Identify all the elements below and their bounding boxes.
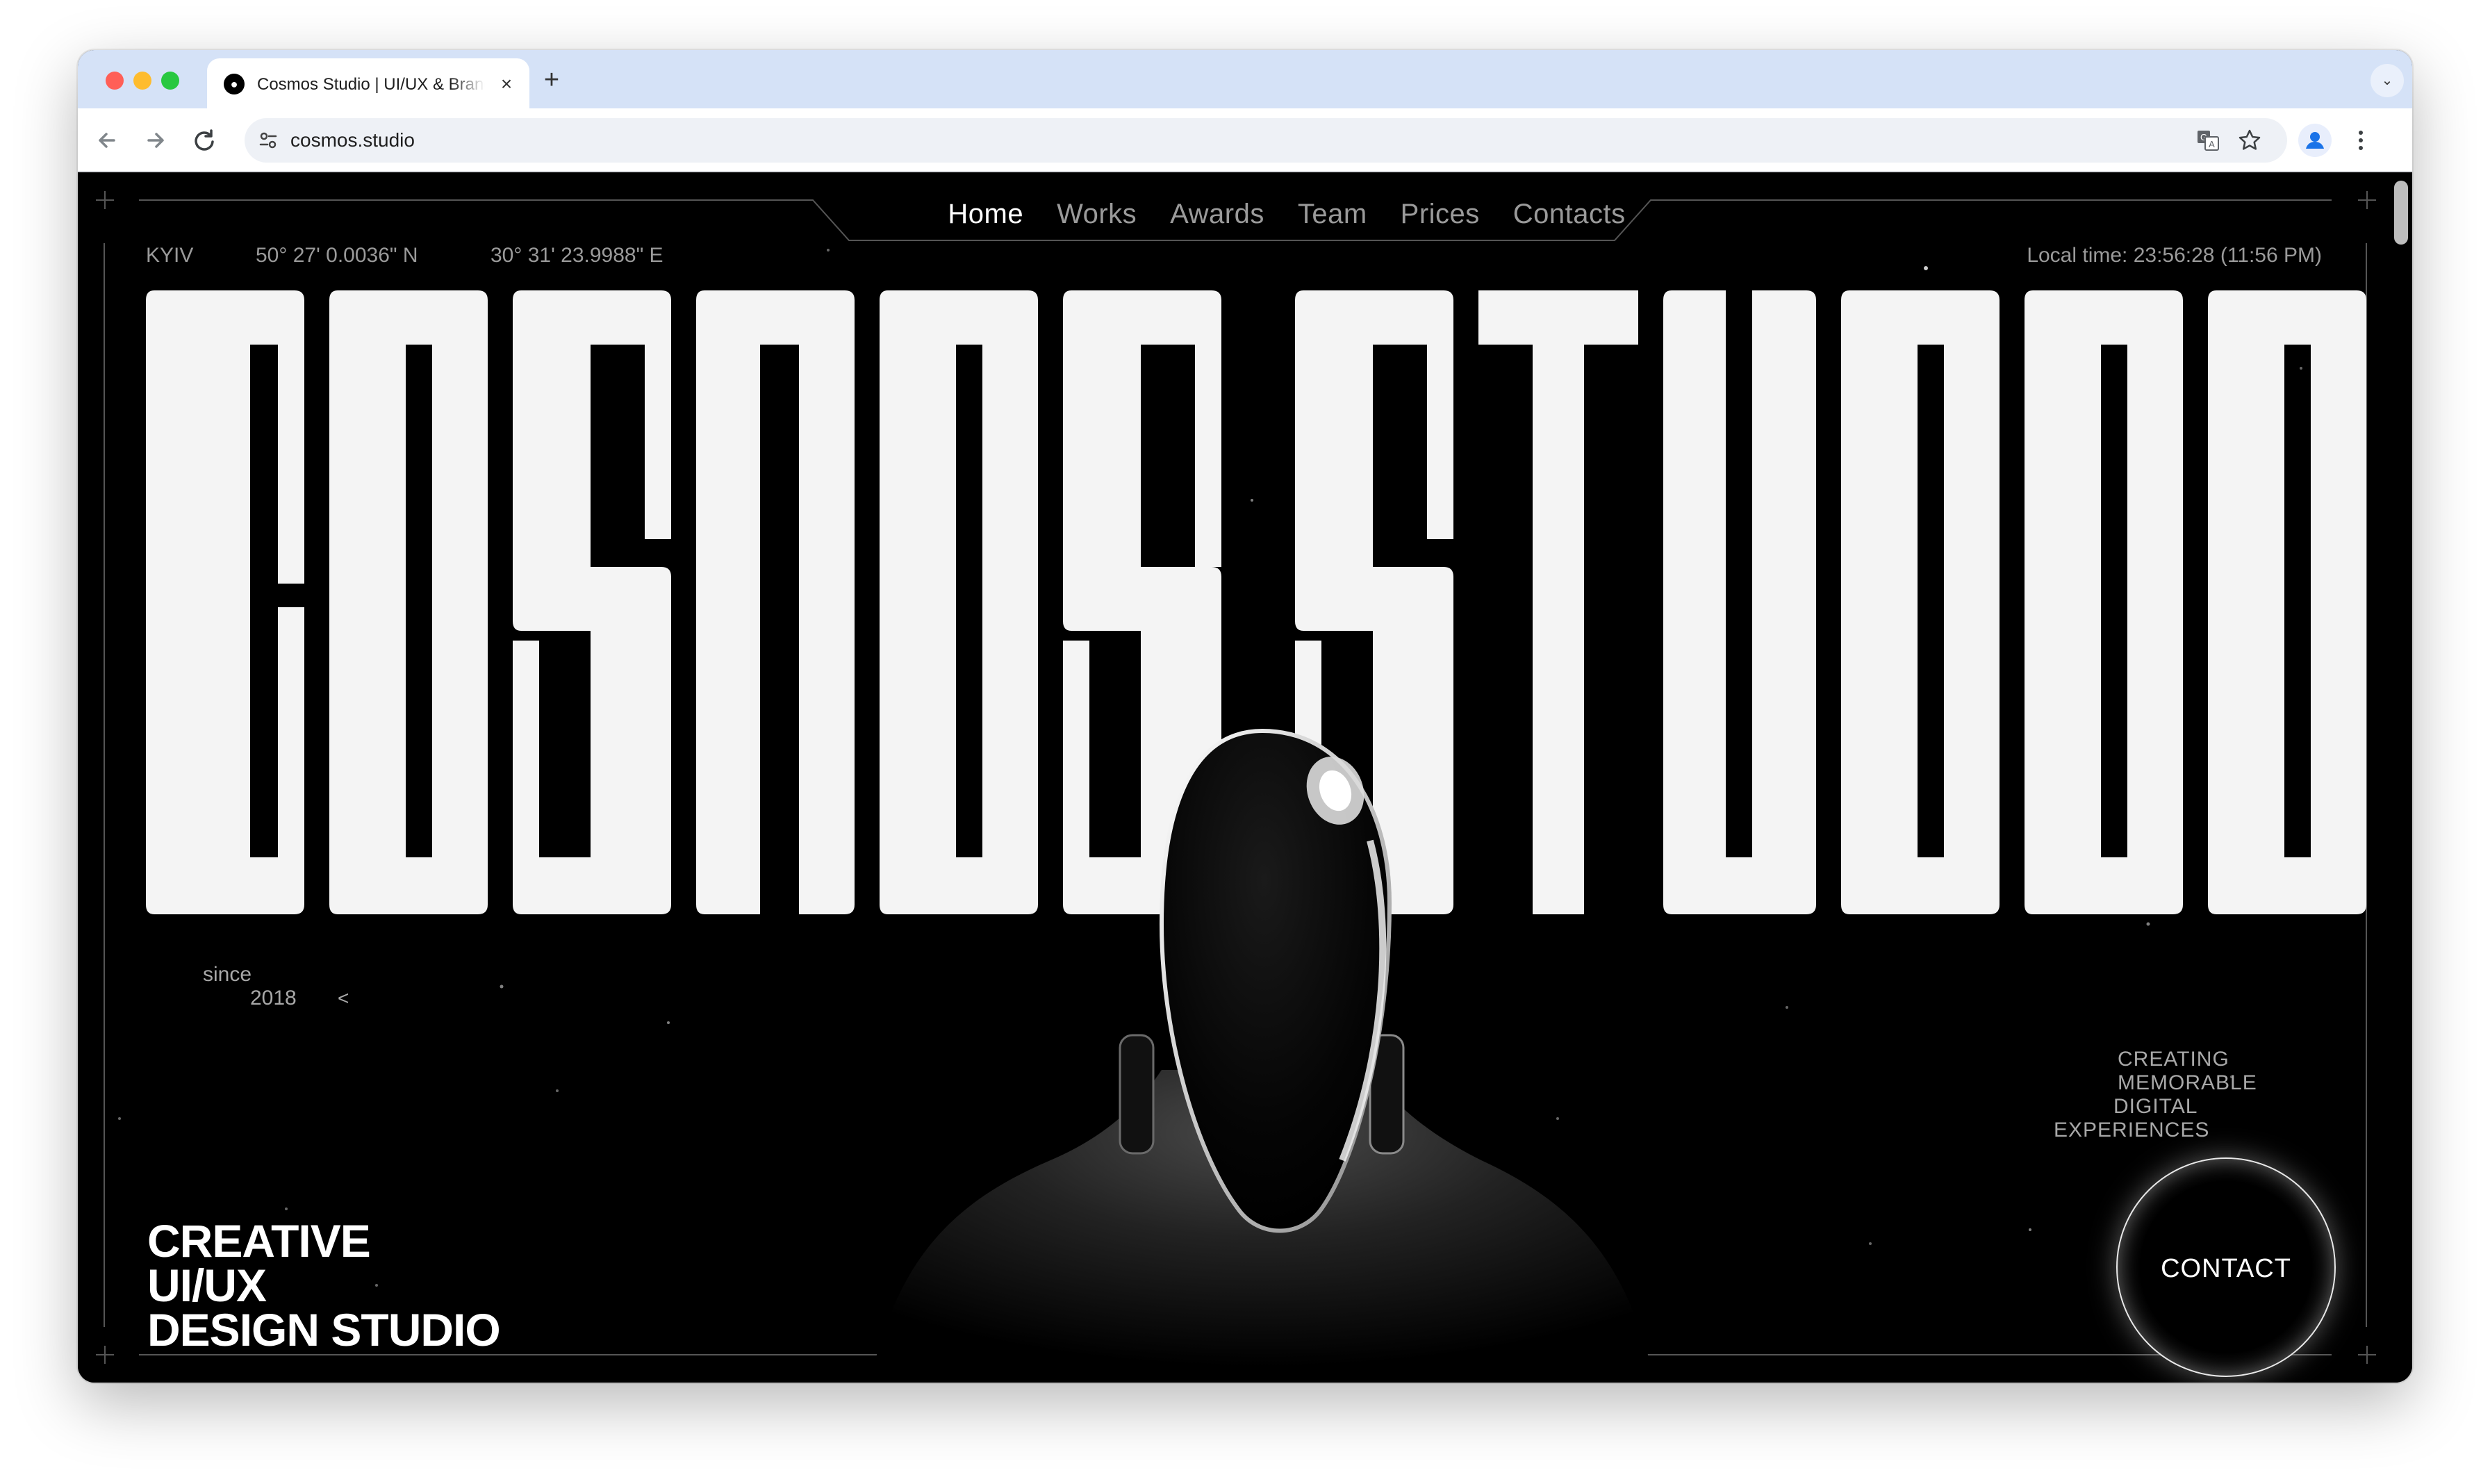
forward-button[interactable] — [139, 124, 172, 157]
svg-text:A: A — [2209, 139, 2215, 149]
page-scrollbar[interactable] — [2394, 181, 2408, 245]
since-label: since — [203, 963, 252, 986]
studio-description: CREATIVE UI/UX DESIGN STUDIO — [147, 1215, 501, 1355]
creative-line-1: CREATIVE — [147, 1215, 371, 1267]
translate-icon[interactable]: GA — [2195, 128, 2220, 153]
tagline-line-3: DIGITAL — [2113, 1095, 2198, 1118]
browser-menu-button[interactable] — [2344, 124, 2377, 157]
title-letter-o1 — [329, 290, 488, 914]
since-year: 2018 — [250, 987, 297, 1009]
tune-icon[interactable] — [257, 129, 279, 151]
kebab-icon — [2359, 131, 2363, 150]
latitude-label: 50° 27' 0.0036" N — [256, 244, 418, 267]
creative-line-2: UI/UX — [147, 1260, 267, 1311]
person-icon — [2306, 132, 2324, 149]
new-tab-button[interactable]: + — [539, 67, 564, 93]
nav-team[interactable]: Team — [1298, 195, 1367, 233]
tab-bar: ● Cosmos Studio | UI/UX & Brand × + ⌄ — [78, 50, 2412, 108]
nav-prices[interactable]: Prices — [1401, 195, 1480, 233]
star-icon[interactable] — [2237, 128, 2262, 153]
tagline-line-4: EXPERIENCES — [2054, 1119, 2210, 1141]
close-window-button[interactable] — [106, 72, 124, 90]
contact-button-label: CONTACT — [2161, 1254, 2291, 1283]
browser-tab[interactable]: ● Cosmos Studio | UI/UX & Brand × — [207, 58, 529, 108]
chevron-down-icon[interactable]: ⌄ — [2371, 64, 2404, 97]
arrow-right-icon — [147, 133, 164, 148]
nav-works[interactable]: Works — [1057, 195, 1137, 233]
astronaut-figure-image — [870, 728, 1655, 1383]
tab-title: Cosmos Studio | UI/UX & Brand — [257, 75, 485, 94]
website-viewport: Home Works Awards Team Prices Contacts K… — [78, 174, 2412, 1383]
title-letter-i — [2025, 290, 2183, 914]
arrow-left-icon — [99, 133, 115, 148]
since-arrow-icon: < — [338, 987, 349, 1009]
tagline-line-2: MEMORABLE — [2118, 1071, 2257, 1094]
local-time-label: Local time: 23:56:28 (11:56 PM) — [2027, 244, 2322, 267]
back-button[interactable] — [90, 124, 124, 157]
city-label: KYIV — [146, 244, 194, 267]
tagline-line-1: CREATING — [2118, 1048, 2229, 1071]
profile-button[interactable] — [2298, 124, 2332, 157]
title-letter-d — [1841, 290, 2000, 914]
title-letter-s1 — [513, 290, 671, 914]
browser-window: ● Cosmos Studio | UI/UX & Brand × + ⌄ co… — [78, 50, 2412, 1383]
maximize-window-button[interactable] — [161, 72, 179, 90]
minimize-window-button[interactable] — [133, 72, 151, 90]
main-navigation: Home Works Awards Team Prices Contacts — [877, 195, 1697, 233]
browser-toolbar: cosmos.studio GA — [78, 108, 2412, 172]
tab-close-icon[interactable]: × — [496, 74, 517, 94]
title-letter-c — [146, 290, 304, 914]
nav-contacts[interactable]: Contacts — [1513, 195, 1626, 233]
contact-button[interactable]: CONTACT — [2116, 1157, 2336, 1377]
favicon-icon: ● — [224, 74, 245, 94]
nav-home[interactable]: Home — [948, 195, 1023, 233]
url-text[interactable]: cosmos.studio — [290, 128, 415, 153]
reload-icon — [195, 129, 214, 151]
reload-button[interactable] — [188, 124, 221, 157]
address-bar[interactable]: cosmos.studio GA — [245, 118, 2287, 163]
longitude-label: 30° 31' 23.9988" E — [490, 244, 663, 267]
nav-awards[interactable]: Awards — [1170, 195, 1264, 233]
creative-line-3: DESIGN STUDIO — [147, 1304, 501, 1355]
title-letter-o3 — [2208, 290, 2366, 914]
